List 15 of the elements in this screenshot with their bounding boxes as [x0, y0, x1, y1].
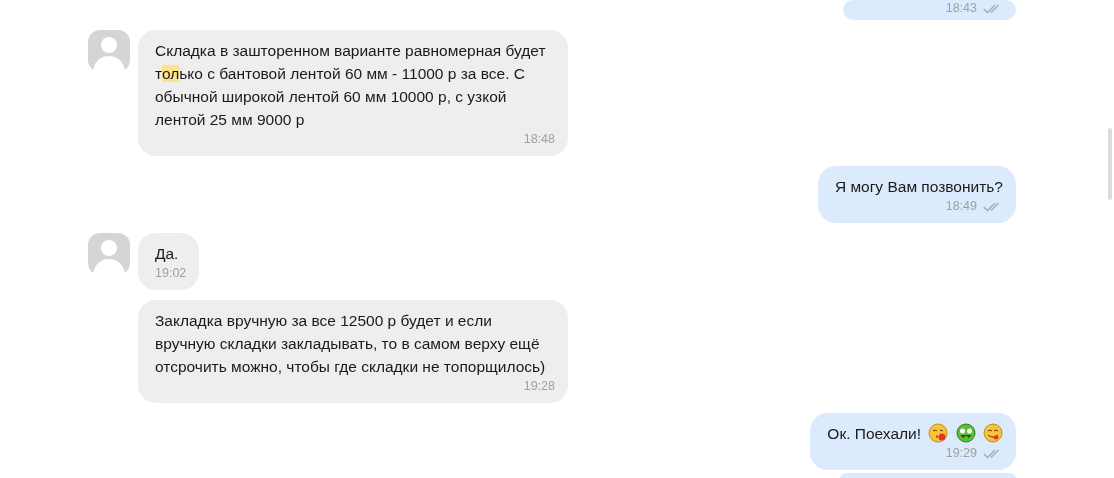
- emoji-icon: [928, 423, 949, 443]
- message-time: 18:49: [945, 198, 977, 214]
- message-text: Да.: [155, 244, 180, 264]
- message-text: Я могу Вам позвонить?: [834, 177, 1003, 197]
- message-time: 18:48: [523, 131, 555, 147]
- emoji-icon: [955, 423, 976, 443]
- message-text: Складка в зашторенном варианте равномерная будет только с бантовой лентой 60 мм - 11000 р за все. С обычной широкой лентой 60 мм 10000 р, с узкой лентой 25 мм 9000 р: [155, 41, 547, 130]
- message-time: 19:28: [523, 378, 555, 394]
- scrollbar-thumb[interactable]: [1108, 128, 1112, 200]
- emoji-icon: [983, 423, 1003, 443]
- message-time: 19:29: [945, 445, 977, 461]
- message-time: 19:02: [155, 265, 187, 281]
- message-text: Ок. Поехали!: [827, 422, 1003, 445]
- message-text: Закладка вручную за все 12500 р будет и если вручную складки закладывать, то в самом верху ещё отсрочить можно, чтобы где складки не топорщилось): [155, 311, 547, 377]
- message-time: 18:43: [945, 0, 977, 16]
